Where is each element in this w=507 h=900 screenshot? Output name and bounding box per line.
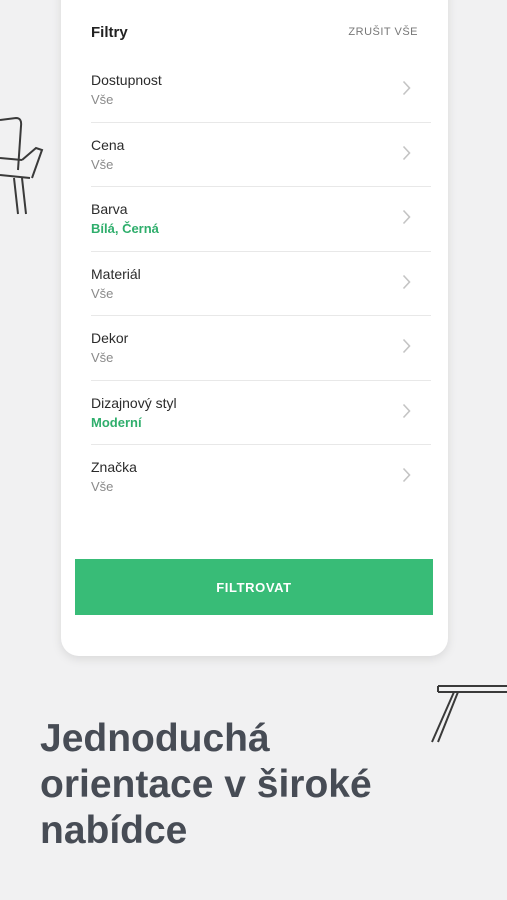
tagline: Jednoduchá orientace v široké nabídce (40, 716, 490, 854)
filter-row-value: Vše (91, 479, 114, 494)
filter-row[interactable]: Materiál Vše (91, 252, 431, 316)
filter-row-value: Vše (91, 350, 114, 365)
filter-header: Filtry ZRUŠIT VŠE (91, 20, 418, 44)
tagline-line-2: orientace v široké (40, 763, 372, 806)
filter-row-label: Materiál (91, 265, 141, 282)
filter-panel: Filtry ZRUŠIT VŠE Dostupnost Vše Cena Vše Ba… (61, 0, 448, 656)
chevron-right-icon (402, 145, 411, 160)
filter-row-label: Cena (91, 136, 125, 153)
filter-list: Dostupnost Vše Cena Vše Barva Bílá, Černá Mate… (91, 58, 431, 509)
chevron-right-icon (402, 403, 411, 418)
filter-row-value: Moderní (91, 414, 142, 430)
filter-title: Filtry (91, 23, 128, 41)
filter-row-label: Dizajnový styl (91, 394, 177, 411)
chevron-right-icon (402, 274, 411, 289)
filter-row-value: Bílá, Černá (91, 221, 159, 236)
filter-row[interactable]: Dostupnost Vše (91, 58, 431, 123)
chevron-right-icon (402, 467, 411, 483)
filter-row[interactable]: Značka Vše (91, 445, 431, 509)
filter-row-label: Dostupnost (91, 72, 162, 88)
filter-row-value: Vše (91, 156, 114, 172)
filter-row-value: Vše (91, 285, 114, 301)
chair-illustration (0, 116, 44, 215)
filter-row[interactable]: Barva Bílá, Černá (91, 187, 431, 252)
filter-row-label: Dekor (91, 330, 129, 346)
filter-row-label: Barva (91, 201, 128, 217)
chevron-right-icon (402, 338, 411, 354)
filter-submit-button[interactable]: FILTROVAT (75, 559, 433, 615)
filter-row[interactable]: Dekor Vše (91, 316, 431, 381)
filter-row[interactable]: Cena Vše (91, 123, 431, 187)
clear-all-button[interactable]: ZRUŠIT VŠE (348, 26, 418, 38)
tagline-line-3: nabídce (40, 809, 188, 852)
filter-row[interactable]: Dizajnový styl Moderní (91, 381, 431, 445)
tagline-line-1: Jednoduchá (40, 717, 270, 760)
chevron-right-icon (402, 209, 411, 225)
filter-row-value: Vše (91, 92, 114, 107)
chevron-right-icon (402, 80, 411, 96)
filter-row-label: Značka (91, 459, 137, 475)
